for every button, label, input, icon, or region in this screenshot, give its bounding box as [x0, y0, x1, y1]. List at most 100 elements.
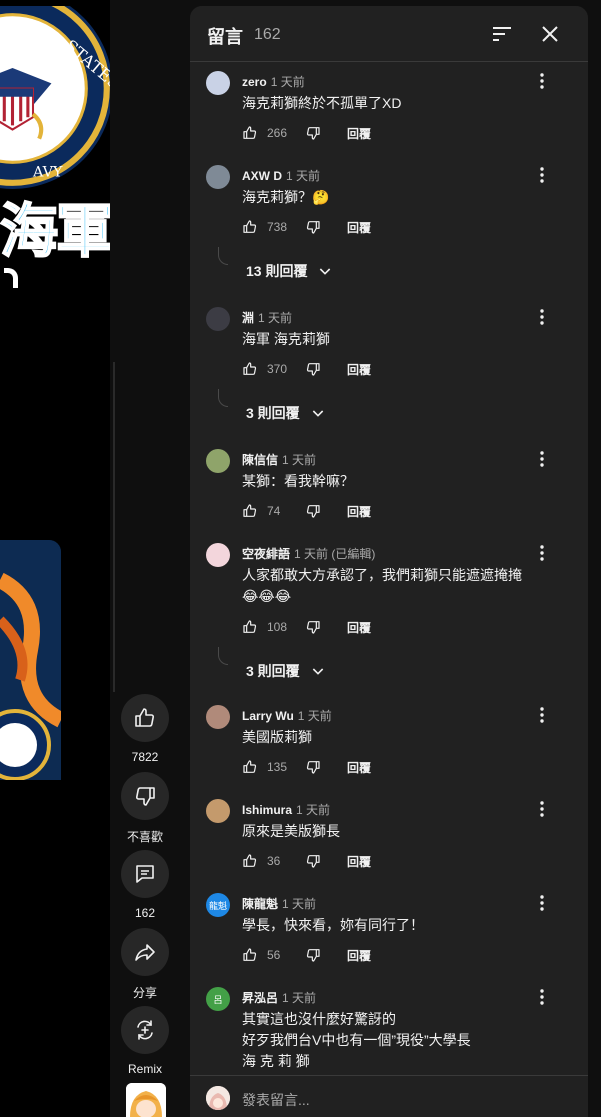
- user-avatar[interactable]: [206, 1086, 230, 1110]
- dislike-button[interactable]: [121, 772, 169, 820]
- comment-author[interactable]: 昇泓呂: [242, 991, 278, 1005]
- close-icon: [542, 26, 558, 42]
- avatar[interactable]: [206, 71, 230, 95]
- like-button[interactable]: [121, 694, 169, 742]
- thumbs-up-icon: [243, 126, 257, 139]
- view-replies-button[interactable]: 13 則回覆: [246, 261, 333, 281]
- sort-button[interactable]: [490, 22, 514, 46]
- comment-menu-button[interactable]: [534, 541, 550, 565]
- comments-button[interactable]: [121, 850, 169, 898]
- comment-time[interactable]: 1 天前: [296, 803, 330, 817]
- comment-author[interactable]: Larry Wu: [242, 709, 294, 723]
- comment-dislike-button[interactable]: [303, 617, 323, 637]
- comment-menu-button[interactable]: [534, 797, 550, 821]
- comment-author[interactable]: 淵: [242, 311, 254, 325]
- comment-menu-button[interactable]: [534, 891, 550, 915]
- thumbs-down-icon: [306, 363, 320, 376]
- comment-like-button[interactable]: [240, 359, 260, 379]
- comment: Ishimura 1 天前 原來是美版獅長 36 回覆: [190, 799, 588, 875]
- comment-time[interactable]: 1 天前 (已編輯): [294, 547, 375, 561]
- comment-reply-button[interactable]: 回覆: [347, 619, 371, 636]
- comment-like-button[interactable]: [240, 851, 260, 871]
- comment: 陳信信 1 天前 某獅：看我幹嘛？ 74 回覆: [190, 449, 588, 525]
- thumbs-up-icon: [243, 504, 257, 517]
- comment-dislike-button[interactable]: [303, 945, 323, 965]
- channel-avatar[interactable]: [126, 1083, 166, 1117]
- avatar[interactable]: [206, 543, 230, 567]
- video-overlay-mark: [4, 268, 18, 288]
- comment-time[interactable]: 1 天前: [282, 897, 316, 911]
- dislike-action[interactable]: 不喜歡: [115, 772, 175, 845]
- add-comment-input[interactable]: 發表留言...: [242, 1090, 310, 1110]
- comment-menu-button[interactable]: [534, 163, 550, 187]
- replies-count: 13 則回覆: [246, 263, 308, 279]
- view-replies-button[interactable]: 3 則回覆: [246, 661, 326, 681]
- avatar[interactable]: [206, 705, 230, 729]
- comment-reply-button[interactable]: 回覆: [347, 125, 371, 142]
- comment-reply-button[interactable]: 回覆: [347, 361, 371, 378]
- comment-menu-button[interactable]: [534, 69, 550, 93]
- like-action[interactable]: 7822: [115, 694, 175, 764]
- comment-like-count: 56: [267, 948, 281, 962]
- remix-button[interactable]: [121, 1006, 169, 1054]
- remix-action[interactable]: Remix: [115, 1006, 175, 1076]
- comment-author[interactable]: 空夜緋語: [242, 547, 290, 561]
- comment-like-button[interactable]: [240, 945, 260, 965]
- comment-menu-button[interactable]: [534, 703, 550, 727]
- anime-avatar-image: [206, 1086, 230, 1110]
- avatar[interactable]: [206, 449, 230, 473]
- comment-reply-button[interactable]: 回覆: [347, 759, 371, 776]
- view-replies-button[interactable]: 3 則回覆: [246, 403, 326, 423]
- comment-meta: 陳信信 1 天前: [242, 451, 316, 468]
- avatar[interactable]: [206, 165, 230, 189]
- comment-time[interactable]: 1 天前: [282, 453, 316, 467]
- share-button[interactable]: [121, 928, 169, 976]
- close-button[interactable]: [538, 22, 562, 46]
- thumbs-down-icon: [306, 855, 320, 868]
- comment-author[interactable]: Ishimura: [242, 803, 292, 817]
- video-frame[interactable]: STATES AVY 海軍: [0, 6, 110, 1117]
- comment-dislike-button[interactable]: [303, 501, 323, 521]
- comment-like-button[interactable]: [240, 217, 260, 237]
- chevron-down-icon: [312, 668, 323, 675]
- comment-time[interactable]: 1 天前: [271, 75, 305, 89]
- comment-like-button[interactable]: [240, 757, 260, 777]
- avatar[interactable]: 龍魁: [206, 893, 230, 917]
- avatar[interactable]: [206, 799, 230, 823]
- comment-reply-button[interactable]: 回覆: [347, 853, 371, 870]
- comment-like-button[interactable]: [240, 617, 260, 637]
- comment-menu-button[interactable]: [534, 305, 550, 329]
- comment-dislike-button[interactable]: [303, 359, 323, 379]
- comment-reply-button[interactable]: 回覆: [347, 503, 371, 520]
- comment-meta: 昇泓呂 1 天前: [242, 989, 316, 1006]
- avatar[interactable]: 呂: [206, 987, 230, 1011]
- comment-reply-button[interactable]: 回覆: [347, 947, 371, 964]
- more-vert-icon: [540, 545, 544, 561]
- comment-meta: Ishimura 1 天前: [242, 801, 330, 818]
- comment-menu-button[interactable]: [534, 447, 550, 471]
- comment-author[interactable]: 陳龍魁: [242, 897, 278, 911]
- comment-like-count: 108: [267, 620, 288, 634]
- video-player[interactable]: STATES AVY 海軍: [0, 0, 110, 1117]
- comment-dislike-button[interactable]: [303, 123, 323, 143]
- comments-action[interactable]: 162: [115, 850, 175, 920]
- comment-time[interactable]: 1 天前: [298, 709, 332, 723]
- comment-dislike-button[interactable]: [303, 851, 323, 871]
- anime-avatar-image: [126, 1083, 166, 1117]
- comment-like-button[interactable]: [240, 123, 260, 143]
- comment-menu-button[interactable]: [534, 985, 550, 1009]
- comment-time[interactable]: 1 天前: [282, 991, 316, 1005]
- comment-like-button[interactable]: [240, 501, 260, 521]
- comment-author[interactable]: 陳信信: [242, 453, 278, 467]
- comment-author[interactable]: AXW D: [242, 169, 282, 183]
- comment-dislike-button[interactable]: [303, 757, 323, 777]
- comment-dislike-button[interactable]: [303, 217, 323, 237]
- comment-time[interactable]: 1 天前: [286, 169, 320, 183]
- avatar[interactable]: [206, 307, 230, 331]
- share-action[interactable]: 分享: [115, 928, 175, 1001]
- comment-time[interactable]: 1 天前: [258, 311, 292, 325]
- comment-author[interactable]: zero: [242, 75, 267, 89]
- comment-reply-button[interactable]: 回覆: [347, 219, 371, 236]
- thumbs-down-icon: [306, 505, 320, 518]
- replies-count: 3 則回覆: [246, 405, 300, 421]
